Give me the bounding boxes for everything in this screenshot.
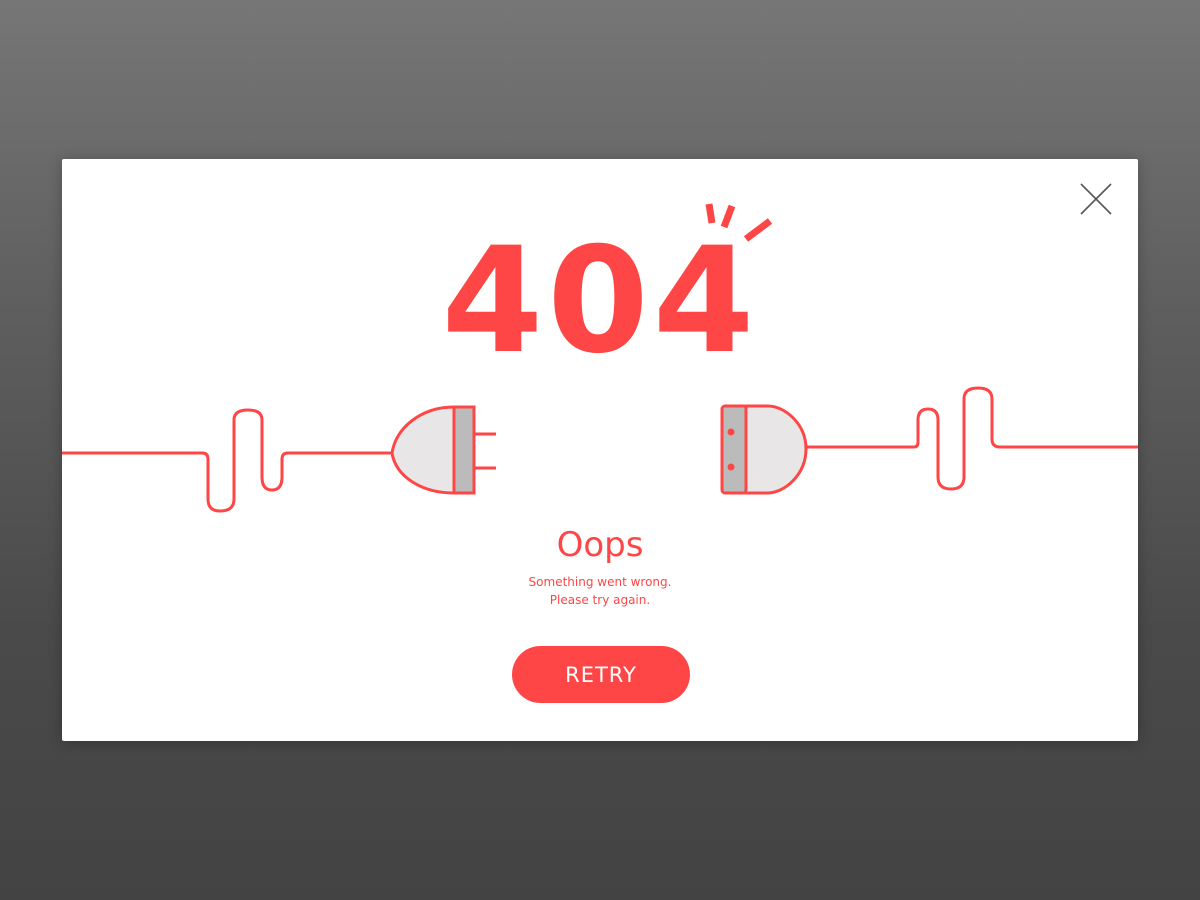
close-button[interactable] [1078,181,1114,217]
right-cable [806,386,1138,491]
error-code: 404 [441,216,759,386]
close-icon [1080,183,1112,215]
left-cable [62,408,392,513]
error-message-line: Please try again. [549,593,651,607]
error-message: Something went wrong. Please try again. [62,573,1138,609]
error-dialog: 404 Oops Something went wrong. Please tr… [62,159,1138,741]
error-message-line: Something went wrong. [528,575,672,589]
unplugged-cable-illustration [62,386,1138,513]
error-title: Oops [556,525,644,565]
left-plug-icon [390,405,496,495]
right-socket-icon [720,404,808,495]
retry-button[interactable]: RETRY [512,646,690,703]
